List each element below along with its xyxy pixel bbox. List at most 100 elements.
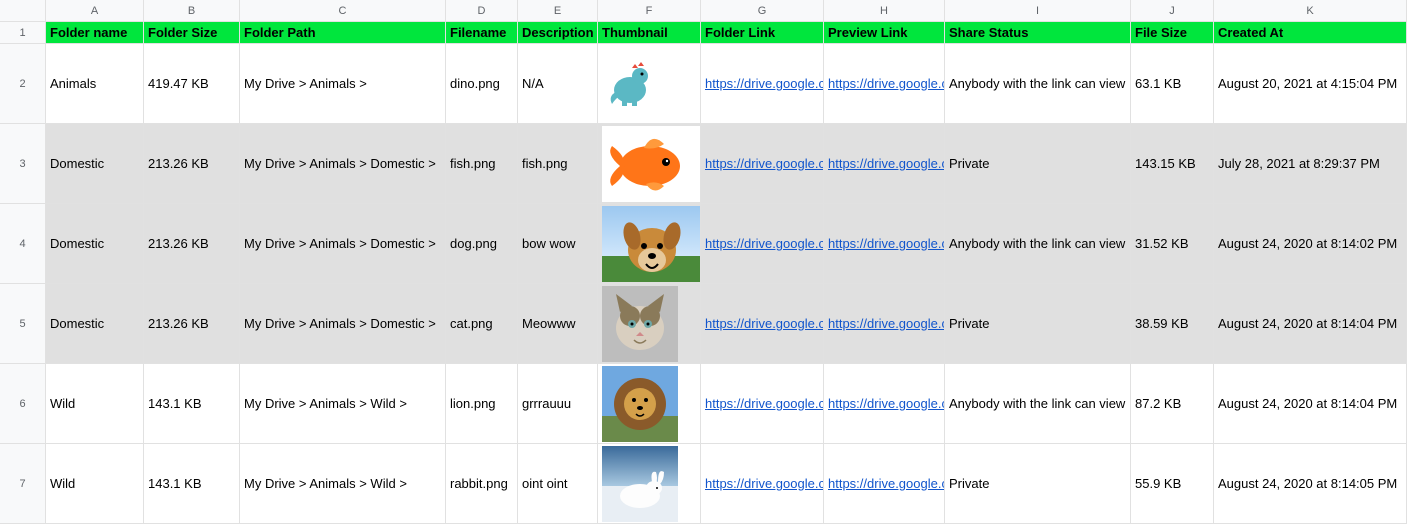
preview-link[interactable]: https://drive.google.c <box>828 236 945 251</box>
header-cell-h[interactable]: Preview Link <box>824 22 945 44</box>
preview-link-cell[interactable]: https://drive.google.c <box>824 444 945 524</box>
folder-name-cell[interactable]: Animals <box>46 44 144 124</box>
created-at-cell[interactable]: August 24, 2020 at 8:14:05 PM <box>1214 444 1407 524</box>
filename-cell[interactable]: lion.png <box>446 364 518 444</box>
share-status-cell[interactable]: Anybody with the link can view <box>945 364 1131 444</box>
created-at-cell[interactable]: August 24, 2020 at 8:14:02 PM <box>1214 204 1407 284</box>
column-header-j[interactable]: J <box>1131 0 1214 22</box>
header-cell-i[interactable]: Share Status <box>945 22 1131 44</box>
folder-link[interactable]: https://drive.google.c <box>705 316 824 331</box>
description-cell[interactable]: grrrauuu <box>518 364 598 444</box>
column-header-b[interactable]: B <box>144 0 240 22</box>
column-header-i[interactable]: I <box>945 0 1131 22</box>
header-cell-g[interactable]: Folder Link <box>701 22 824 44</box>
folder-path-cell[interactable]: My Drive > Animals > <box>240 44 446 124</box>
thumbnail-cell[interactable] <box>598 364 701 444</box>
folder-link[interactable]: https://drive.google.c <box>705 476 824 491</box>
folder-link-cell[interactable]: https://drive.google.c <box>701 284 824 364</box>
folder-path-cell[interactable]: My Drive > Animals > Wild > <box>240 444 446 524</box>
folder-link-cell[interactable]: https://drive.google.c <box>701 444 824 524</box>
folder-path-cell[interactable]: My Drive > Animals > Domestic > <box>240 284 446 364</box>
preview-link[interactable]: https://drive.google.c <box>828 476 945 491</box>
folder-size-cell[interactable]: 213.26 KB <box>144 204 240 284</box>
row-header-6[interactable]: 6 <box>0 364 46 444</box>
column-header-a[interactable]: A <box>46 0 144 22</box>
file-size-cell[interactable]: 55.9 KB <box>1131 444 1214 524</box>
row-header-4[interactable]: 4 <box>0 204 46 284</box>
folder-size-cell[interactable]: 213.26 KB <box>144 284 240 364</box>
folder-link-cell[interactable]: https://drive.google.c <box>701 204 824 284</box>
filename-cell[interactable]: fish.png <box>446 124 518 204</box>
column-header-f[interactable]: F <box>598 0 701 22</box>
file-size-cell[interactable]: 38.59 KB <box>1131 284 1214 364</box>
row-header-2[interactable]: 2 <box>0 44 46 124</box>
column-header-d[interactable]: D <box>446 0 518 22</box>
preview-link[interactable]: https://drive.google.c <box>828 76 945 91</box>
folder-size-cell[interactable]: 419.47 KB <box>144 44 240 124</box>
created-at-cell[interactable]: August 24, 2020 at 8:14:04 PM <box>1214 284 1407 364</box>
select-all-corner[interactable] <box>0 0 46 22</box>
preview-link[interactable]: https://drive.google.c <box>828 316 945 331</box>
folder-size-cell[interactable]: 143.1 KB <box>144 364 240 444</box>
file-size-cell[interactable]: 63.1 KB <box>1131 44 1214 124</box>
preview-link-cell[interactable]: https://drive.google.c <box>824 204 945 284</box>
share-status-cell[interactable]: Anybody with the link can view <box>945 204 1131 284</box>
folder-link-cell[interactable]: https://drive.google.c <box>701 124 824 204</box>
column-header-g[interactable]: G <box>701 0 824 22</box>
header-cell-d[interactable]: Filename <box>446 22 518 44</box>
row-header-3[interactable]: 3 <box>0 124 46 204</box>
created-at-cell[interactable]: July 28, 2021 at 8:29:37 PM <box>1214 124 1407 204</box>
share-status-cell[interactable]: Private <box>945 444 1131 524</box>
filename-cell[interactable]: dog.png <box>446 204 518 284</box>
column-header-e[interactable]: E <box>518 0 598 22</box>
folder-link[interactable]: https://drive.google.c <box>705 76 824 91</box>
folder-link-cell[interactable]: https://drive.google.c <box>701 44 824 124</box>
column-header-k[interactable]: K <box>1214 0 1407 22</box>
thumbnail-cell[interactable] <box>598 444 701 524</box>
header-cell-j[interactable]: File Size <box>1131 22 1214 44</box>
header-cell-f[interactable]: Thumbnail <box>598 22 701 44</box>
share-status-cell[interactable]: Private <box>945 284 1131 364</box>
row-header-5[interactable]: 5 <box>0 284 46 364</box>
preview-link-cell[interactable]: https://drive.google.c <box>824 364 945 444</box>
folder-name-cell[interactable]: Wild <box>46 364 144 444</box>
column-header-h[interactable]: H <box>824 0 945 22</box>
file-size-cell[interactable]: 87.2 KB <box>1131 364 1214 444</box>
preview-link[interactable]: https://drive.google.c <box>828 396 945 411</box>
folder-link[interactable]: https://drive.google.c <box>705 156 824 171</box>
folder-name-cell[interactable]: Domestic <box>46 124 144 204</box>
folder-path-cell[interactable]: My Drive > Animals > Domestic > <box>240 124 446 204</box>
preview-link-cell[interactable]: https://drive.google.c <box>824 44 945 124</box>
column-header-c[interactable]: C <box>240 0 446 22</box>
folder-link-cell[interactable]: https://drive.google.c <box>701 364 824 444</box>
created-at-cell[interactable]: August 20, 2021 at 4:15:04 PM <box>1214 44 1407 124</box>
thumbnail-cell[interactable] <box>598 284 701 364</box>
folder-path-cell[interactable]: My Drive > Animals > Domestic > <box>240 204 446 284</box>
filename-cell[interactable]: cat.png <box>446 284 518 364</box>
header-cell-k[interactable]: Created At <box>1214 22 1407 44</box>
folder-link[interactable]: https://drive.google.c <box>705 396 824 411</box>
filename-cell[interactable]: dino.png <box>446 44 518 124</box>
thumbnail-cell[interactable] <box>598 44 701 124</box>
description-cell[interactable]: fish.png <box>518 124 598 204</box>
description-cell[interactable]: Meowww <box>518 284 598 364</box>
folder-path-cell[interactable]: My Drive > Animals > Wild > <box>240 364 446 444</box>
folder-link[interactable]: https://drive.google.c <box>705 236 824 251</box>
folder-name-cell[interactable]: Domestic <box>46 204 144 284</box>
preview-link[interactable]: https://drive.google.c <box>828 156 945 171</box>
row-header-7[interactable]: 7 <box>0 444 46 524</box>
folder-name-cell[interactable]: Domestic <box>46 284 144 364</box>
share-status-cell[interactable]: Private <box>945 124 1131 204</box>
header-cell-e[interactable]: Description <box>518 22 598 44</box>
folder-size-cell[interactable]: 213.26 KB <box>144 124 240 204</box>
row-header-1[interactable]: 1 <box>0 22 46 44</box>
description-cell[interactable]: bow wow <box>518 204 598 284</box>
header-cell-a[interactable]: Folder name <box>46 22 144 44</box>
description-cell[interactable]: oint oint <box>518 444 598 524</box>
header-cell-b[interactable]: Folder Size <box>144 22 240 44</box>
file-size-cell[interactable]: 143.15 KB <box>1131 124 1214 204</box>
thumbnail-cell[interactable] <box>598 204 701 284</box>
share-status-cell[interactable]: Anybody with the link can view <box>945 44 1131 124</box>
folder-name-cell[interactable]: Wild <box>46 444 144 524</box>
header-cell-c[interactable]: Folder Path <box>240 22 446 44</box>
